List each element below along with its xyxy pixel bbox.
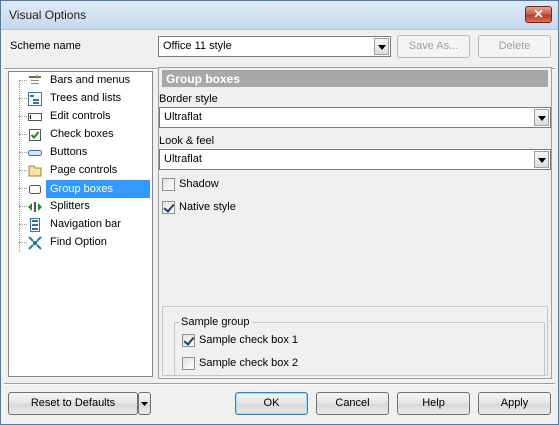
tree-item-buttons[interactable]: Buttons [9,144,152,162]
reset-to-defaults-button[interactable]: Reset to Defaults [8,392,138,415]
window-title: Visual Options [9,8,87,22]
title-bar[interactable]: Visual Options ✕ [1,1,558,30]
scheme-name-label: Scheme name [10,40,81,52]
group-boxes-panel: Group boxes Border style Ultraflat Look … [158,67,552,379]
find-option-icon [28,236,42,250]
chevron-down-icon [141,402,148,406]
native-style-label: Native style [179,201,236,213]
scheme-name-select[interactable]: Office 11 style [158,36,391,57]
edit-control-icon [28,113,42,121]
visual-options-window: Visual Options ✕ Scheme name Office 11 s… [0,0,559,425]
tree-list-icon [28,92,42,106]
shadow-checkbox[interactable] [162,178,175,191]
chevron-down-icon[interactable] [534,109,549,126]
group-box-icon [29,185,41,194]
chevron-down-icon[interactable] [374,38,389,55]
splitter-icon [28,202,42,212]
navigation-bar-icon [30,218,40,232]
look-feel-label: Look & feel [159,135,215,147]
bottom-separator [4,383,555,385]
tree-item-trees-and-lists[interactable]: Trees and lists [9,90,152,108]
sample-check-box-1[interactable] [182,334,195,347]
help-button[interactable]: Help [397,392,470,415]
tree-item-edit-controls[interactable]: Edit controls [9,108,152,126]
cancel-button[interactable]: Cancel [316,392,389,415]
close-icon: ✕ [533,7,544,21]
tree-item-find-option[interactable]: Find Option [9,234,152,252]
chevron-down-icon[interactable] [534,151,549,168]
tree-item-splitters[interactable]: Splitters [9,198,152,216]
bars-menus-icon [29,75,41,84]
look-feel-value: Ultraflat [164,153,202,165]
sample-check-box-1-label: Sample check box 1 [199,334,299,346]
save-as-button[interactable]: Save As... [397,35,470,58]
border-style-value: Ultraflat [164,111,202,123]
button-icon [28,150,42,156]
tree-item-navigation-bar[interactable]: Navigation bar [9,216,152,234]
options-tree[interactable]: Bars and menus Trees and lists Edit cont… [8,71,153,377]
tree-item-page-controls[interactable]: Page controls [9,162,152,180]
folder-tab-icon [28,165,42,177]
close-button[interactable]: ✕ [525,6,552,23]
sample-check-box-2[interactable] [182,357,195,370]
panel-header: Group boxes [162,70,548,87]
delete-button[interactable]: Delete [478,35,551,58]
apply-button[interactable]: Apply [478,392,551,415]
reset-dropdown-button[interactable] [138,392,151,415]
look-feel-select[interactable]: Ultraflat [159,149,551,170]
tree-item-group-boxes[interactable]: Group boxes [9,180,152,198]
shadow-label: Shadow [179,178,219,190]
sample-group-title: Sample group [179,316,252,328]
tree-item-check-boxes[interactable]: Check boxes [9,126,152,144]
native-style-checkbox[interactable] [162,201,175,214]
border-style-label: Border style [159,93,218,105]
border-style-select[interactable]: Ultraflat [159,107,551,128]
tree-item-bars-and-menus[interactable]: Bars and menus [9,72,152,90]
dialog-body: Scheme name Office 11 style Save As... D… [4,31,555,423]
sample-check-box-2-label: Sample check box 2 [199,357,299,369]
scheme-name-value: Office 11 style [163,40,232,52]
ok-button[interactable]: OK [235,392,308,415]
checkbox-icon [29,129,41,141]
